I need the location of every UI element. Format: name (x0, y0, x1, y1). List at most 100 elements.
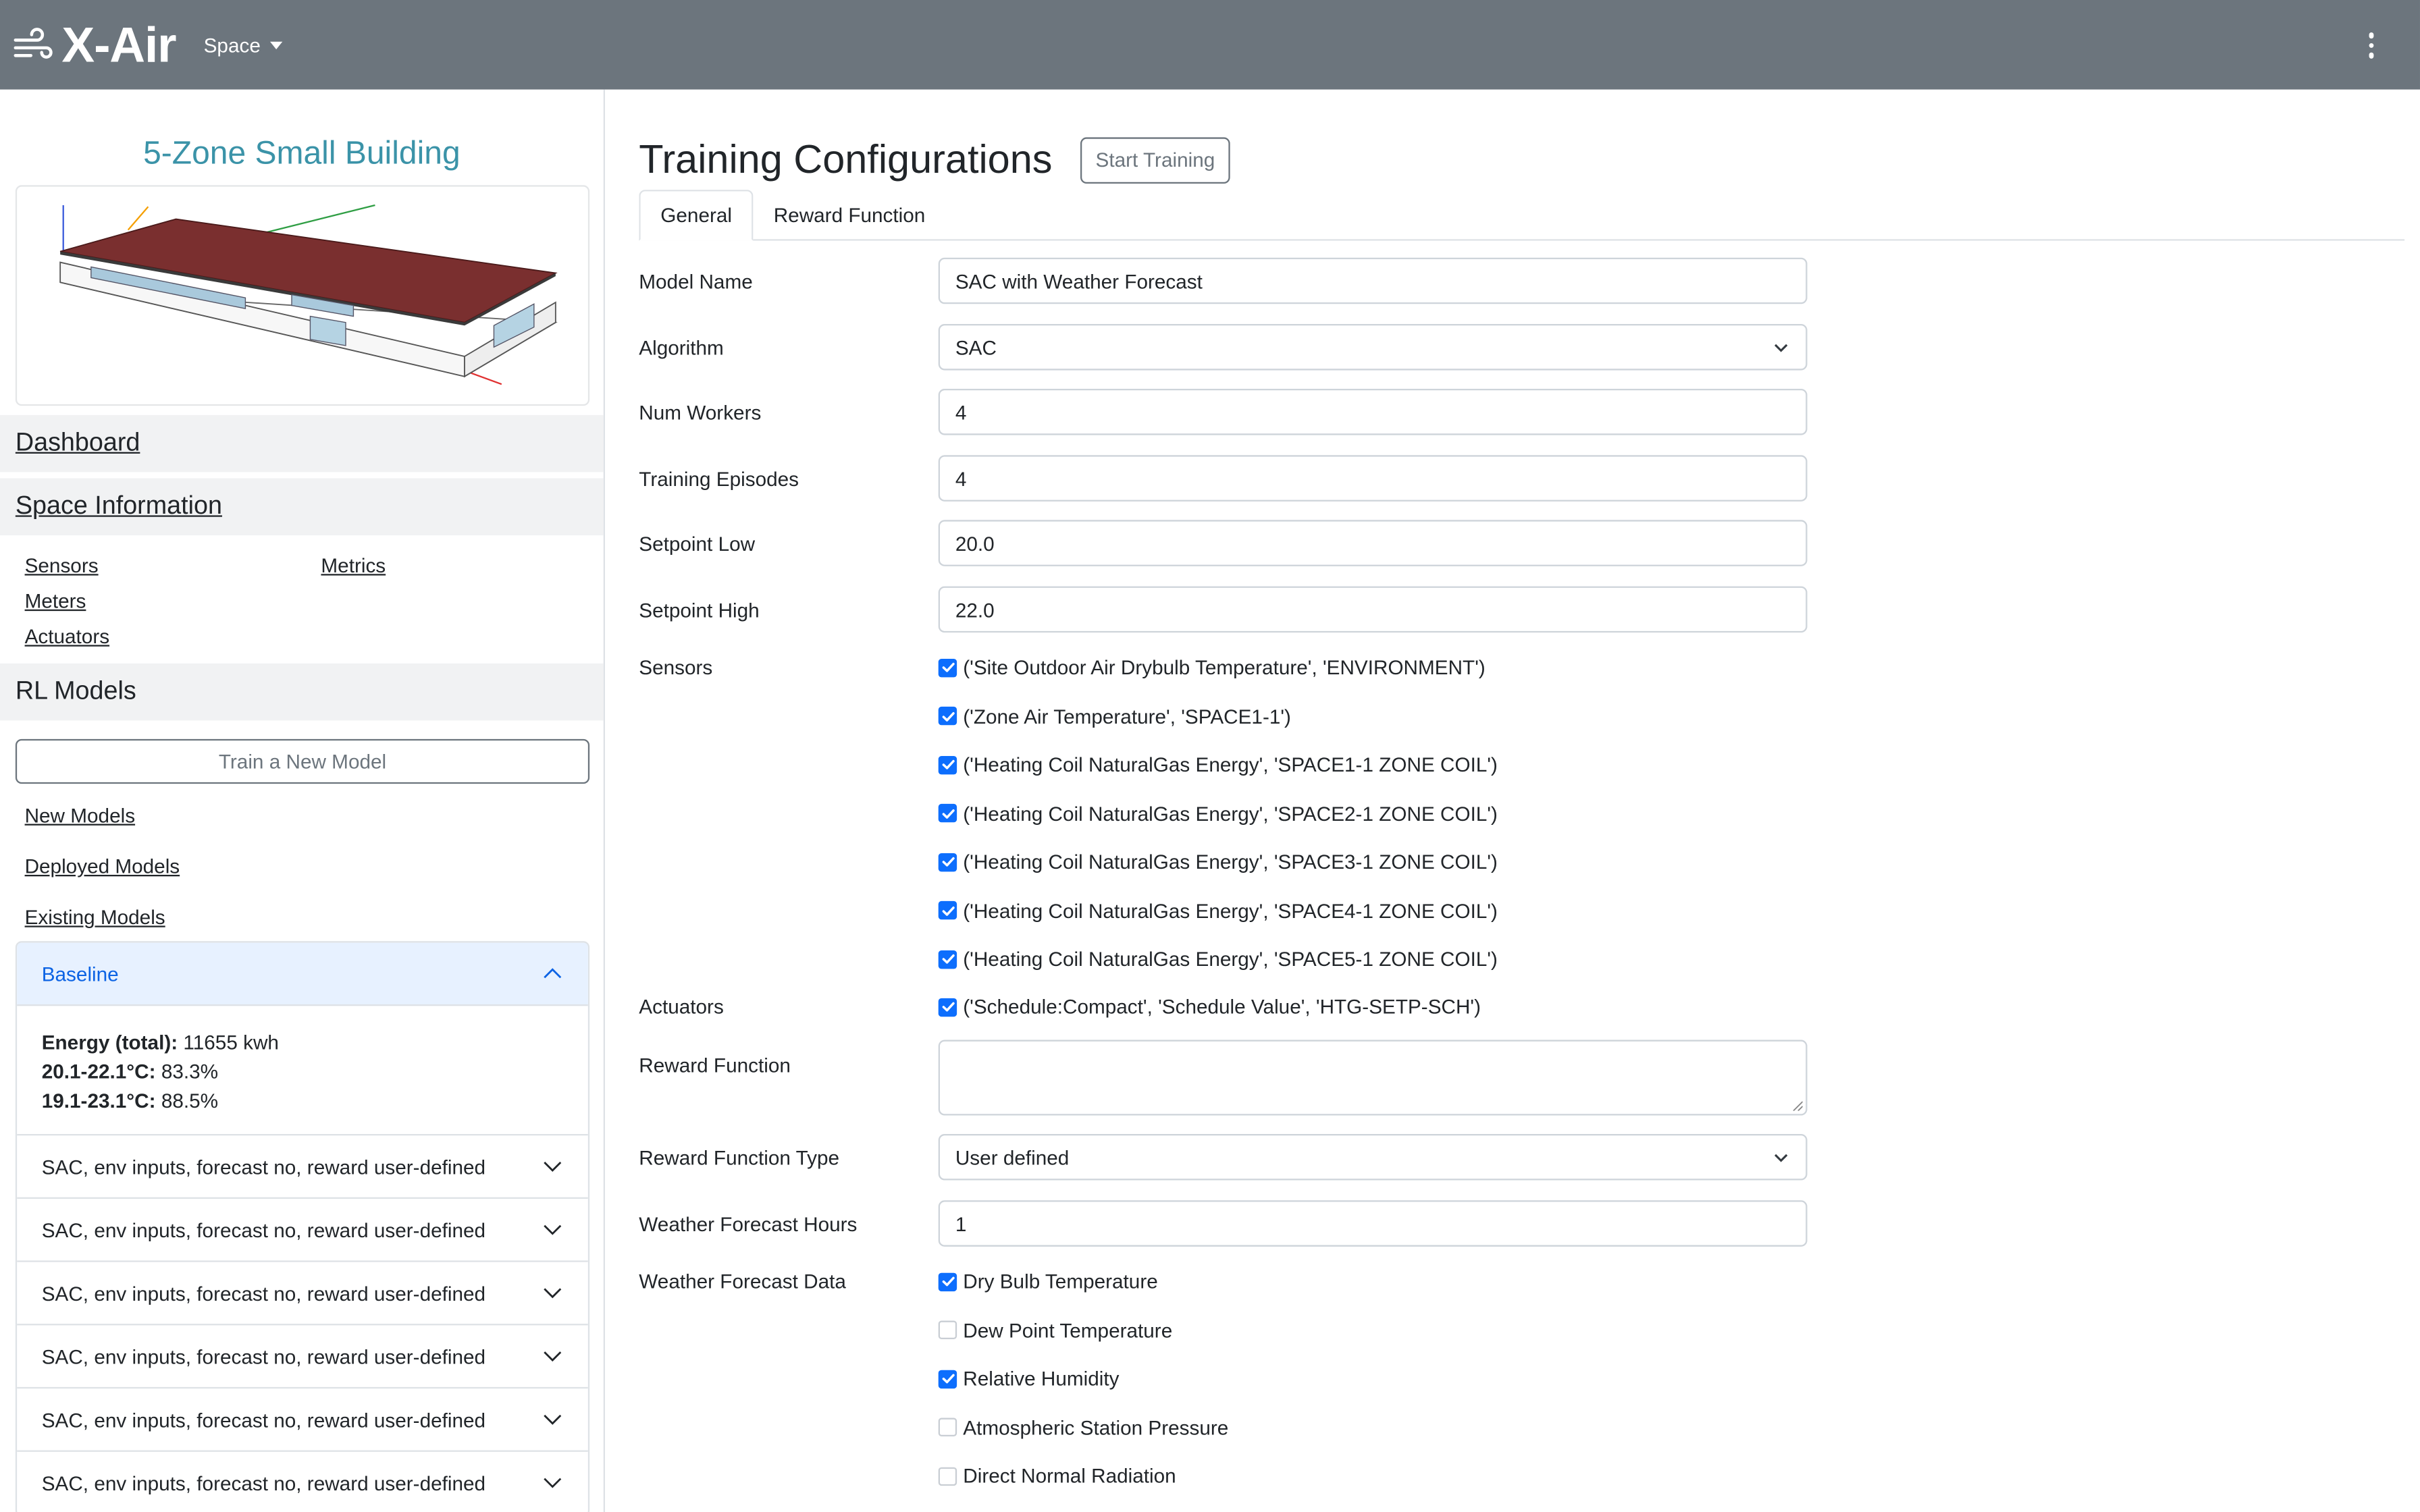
reward-function-type-row: Reward Function Type User defined (639, 1133, 1808, 1181)
setpoint-low-input[interactable]: 20.0 (938, 520, 1808, 566)
setpoint-high-label: Setpoint High (639, 597, 760, 621)
checkbox-checked[interactable] (938, 1369, 957, 1388)
brand[interactable]: X-Air (12, 16, 177, 74)
checkbox-unchecked[interactable] (938, 1320, 957, 1339)
reward-function-type-select[interactable]: User defined (938, 1133, 1808, 1181)
accordion-header-model[interactable]: SAC, env inputs, forecast no, reward use… (17, 1199, 588, 1262)
band1-label: 20.1-22.1°C: (41, 1060, 156, 1083)
weather-forecast-data-label-row: Weather Forecast Data (639, 1270, 938, 1293)
checkbox-checked[interactable] (938, 803, 957, 823)
sensor-checkbox-label: ('Heating Coil NaturalGas Energy', 'SPAC… (963, 850, 1498, 873)
meters-link[interactable]: Meters (25, 589, 321, 612)
accordion-title: SAC, env inputs, forecast no, reward use… (41, 1154, 486, 1179)
energy-label: Energy (total): (41, 1030, 178, 1054)
existing-models-link[interactable]: Existing Models (0, 906, 604, 929)
num-workers-label: Num Workers (639, 400, 762, 424)
dashboard-link[interactable]: Dashboard (16, 429, 140, 458)
new-models-link[interactable]: New Models (0, 804, 604, 827)
reward-function-textarea[interactable] (938, 1040, 1808, 1116)
checkbox-checked[interactable] (938, 1272, 957, 1291)
setpoint-high-input[interactable]: 22.0 (938, 586, 1808, 633)
weather-data-checkbox-label: Atmospheric Station Pressure (963, 1415, 1229, 1439)
train-new-model-button[interactable]: Train a New Model (15, 738, 590, 784)
weather-data-checkbox-row[interactable]: Dry Bulb Temperature (938, 1270, 1158, 1293)
sidebar: 5-Zone Small Building Dashboard Space In… (0, 89, 605, 1512)
weather-forecast-data-label: Weather Forecast Data (639, 1270, 846, 1293)
checkmark-icon (941, 954, 954, 964)
reward-function-type-label: Reward Function Type (639, 1145, 840, 1169)
weather-forecast-hours-label: Weather Forecast Hours (639, 1212, 858, 1235)
accordion-title: Baseline (41, 962, 119, 986)
band2-value: 88.5% (161, 1089, 219, 1112)
accordion-header-model[interactable]: SAC, env inputs, forecast no, reward use… (17, 1135, 588, 1199)
model-name-label: Model Name (639, 269, 753, 293)
sensor-checkbox-row[interactable]: ('Zone Air Temperature', 'SPACE1-1') (938, 704, 1291, 728)
accordion-header-baseline[interactable]: Baseline (17, 942, 588, 1006)
start-training-button[interactable]: Start Training (1080, 136, 1231, 183)
accordion-header-model[interactable]: SAC, env inputs, forecast no, reward use… (17, 1262, 588, 1326)
weather-data-checkbox-row[interactable]: Relative Humidity (938, 1367, 1119, 1390)
rl-models-heading: RL Models (15, 677, 136, 705)
chevron-down-icon (544, 1478, 562, 1488)
actuators-link[interactable]: Actuators (25, 625, 321, 648)
space-information-link[interactable]: Space Information (16, 492, 222, 521)
checkbox-checked[interactable] (938, 657, 957, 677)
num-workers-row: Num Workers 4 (639, 388, 1808, 435)
checkmark-icon (941, 759, 954, 770)
checkbox-checked[interactable] (938, 852, 957, 871)
sensor-checkbox-label: ('Site Outdoor Air Drybulb Temperature',… (963, 655, 1485, 679)
sensor-checkbox-row[interactable]: ('Site Outdoor Air Drybulb Temperature',… (938, 655, 1485, 679)
sensors-link[interactable]: Sensors (25, 554, 321, 577)
app-name: X-Air (61, 16, 176, 72)
chevron-down-icon (1774, 344, 1788, 352)
training-episodes-row: Training Episodes 4 (639, 455, 1808, 502)
checkmark-icon (941, 857, 954, 867)
sensors-label-row: Sensors (639, 655, 938, 678)
weather-data-checkbox-row[interactable]: Dew Point Temperature (938, 1318, 1172, 1341)
accordion-header-model[interactable]: SAC, env inputs, forecast no, reward use… (17, 1452, 588, 1512)
more-menu-icon[interactable] (2368, 32, 2374, 58)
checkbox-unchecked[interactable] (938, 1466, 957, 1485)
sensor-checkbox-row[interactable]: ('Heating Coil NaturalGas Energy', 'SPAC… (938, 753, 1498, 776)
weather-forecast-hours-input[interactable]: 1 (938, 1200, 1808, 1247)
accordion-title: SAC, env inputs, forecast no, reward use… (41, 1218, 486, 1241)
metrics-link[interactable]: Metrics (321, 554, 598, 577)
dashboard-section[interactable]: Dashboard (0, 414, 604, 473)
top-navbar: X-Air Space (0, 0, 2420, 90)
actuators-label-row: Actuators (639, 995, 938, 1018)
weather-data-checkbox-row[interactable]: Direct Normal Radiation (938, 1464, 1176, 1487)
deployed-models-link[interactable]: Deployed Models (0, 855, 604, 878)
checkmark-icon (941, 905, 954, 915)
model-name-input[interactable]: SAC with Weather Forecast (938, 257, 1808, 304)
building-3d-model[interactable] (15, 185, 590, 406)
actuator-checkbox-row[interactable]: ('Schedule:Compact', 'Schedule Value', '… (938, 995, 1481, 1019)
checkbox-checked[interactable] (938, 997, 957, 1017)
sensor-checkbox-row[interactable]: ('Heating Coil NaturalGas Energy', 'SPAC… (938, 898, 1498, 922)
num-workers-input[interactable]: 4 (938, 388, 1808, 435)
sensor-checkbox-row[interactable]: ('Heating Coil NaturalGas Energy', 'SPAC… (938, 801, 1498, 825)
setpoint-low-row: Setpoint Low 20.0 (639, 520, 1808, 566)
sensor-checkbox-row[interactable]: ('Heating Coil NaturalGas Energy', 'SPAC… (938, 947, 1498, 971)
resize-grip-icon[interactable] (1792, 1100, 1803, 1111)
accordion-header-model[interactable]: SAC, env inputs, forecast no, reward use… (17, 1388, 588, 1452)
caret-down-icon (269, 40, 282, 49)
checkbox-unchecked[interactable] (938, 1418, 957, 1436)
checkbox-checked[interactable] (938, 706, 957, 726)
checkmark-icon (941, 1002, 954, 1012)
checkbox-checked[interactable] (938, 900, 957, 920)
algorithm-select[interactable]: SAC (938, 323, 1808, 371)
checkbox-checked[interactable] (938, 755, 957, 774)
training-episodes-input[interactable]: 4 (938, 455, 1808, 502)
checkbox-checked[interactable] (938, 949, 957, 969)
space-dropdown[interactable]: Space (204, 33, 282, 56)
accordion-header-model[interactable]: SAC, env inputs, forecast no, reward use… (17, 1325, 588, 1389)
chevron-down-icon (544, 1161, 562, 1172)
weather-data-checkbox-row[interactable]: Atmospheric Station Pressure (938, 1415, 1229, 1439)
space-information-section[interactable]: Space Information (0, 478, 604, 536)
chevron-down-icon (544, 1224, 562, 1235)
sensor-checkbox-label: ('Heating Coil NaturalGas Energy', 'SPAC… (963, 801, 1498, 825)
chevron-up-icon (544, 968, 562, 979)
sensor-checkbox-row[interactable]: ('Heating Coil NaturalGas Energy', 'SPAC… (938, 850, 1498, 873)
tab-reward-function[interactable]: Reward Function (754, 190, 945, 239)
tab-general[interactable]: General (639, 190, 754, 241)
